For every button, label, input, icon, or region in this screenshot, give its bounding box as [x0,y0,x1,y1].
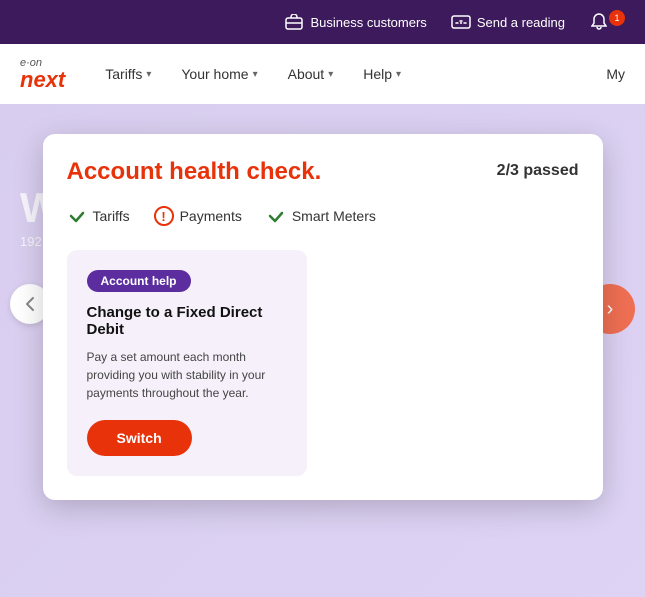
nav-bar: e·on next Tariffs ▾ Your home ▾ About ▾ … [0,44,645,104]
account-health-modal: Account health check. 2/3 passed Tariffs… [43,134,603,500]
send-reading-link[interactable]: Send a reading [451,12,565,32]
notifications-link[interactable]: 1 [589,12,625,32]
notification-count: 1 [609,10,625,26]
meter-icon [451,12,471,32]
nav-your-home-label: Your home [181,66,248,82]
account-help-card: Account help Change to a Fixed Direct De… [67,250,307,476]
card-title: Change to a Fixed Direct Debit [87,304,287,338]
background-content: We 192 G › Ac Account health check. 2/3 … [0,104,645,597]
switch-button[interactable]: Switch [87,420,192,456]
modal-header: Account health check. 2/3 passed [67,158,579,186]
check-payments: ! Payments [154,206,242,226]
logo: e·on next [20,58,65,91]
nav-help-label: Help [363,66,392,82]
modal-overlay: Account health check. 2/3 passed Tariffs… [0,104,645,597]
card-description: Pay a set amount each month providing yo… [87,348,287,402]
briefcase-icon [284,12,304,32]
modal-title: Account health check. [67,158,322,186]
check-warn-icon: ! [154,206,174,226]
nav-help[interactable]: Help ▾ [363,66,401,82]
chevron-down-icon: ▾ [253,69,258,80]
business-customers-label: Business customers [310,15,426,30]
check-tariffs-label: Tariffs [93,208,130,224]
nav-about-label: About [288,66,325,82]
card-tag: Account help [87,270,191,292]
check-pass-icon [67,206,87,226]
nav-my-label: My [606,66,625,82]
modal-passed: 2/3 passed [497,162,579,180]
chevron-down-icon: ▾ [328,69,333,80]
check-tariffs: Tariffs [67,206,130,226]
nav-tariffs-label: Tariffs [105,66,142,82]
modal-checks: Tariffs ! Payments Smart Meters [67,206,579,226]
check-pass-icon [266,206,286,226]
top-bar: Business customers Send a reading 1 [0,0,645,44]
send-reading-label: Send a reading [477,15,565,30]
nav-your-home[interactable]: Your home ▾ [181,66,257,82]
check-smart-meters: Smart Meters [266,206,376,226]
bell-icon [589,12,609,32]
check-smart-meters-label: Smart Meters [292,208,376,224]
chevron-down-icon: ▾ [146,69,151,80]
nav-tariffs[interactable]: Tariffs ▾ [105,66,151,82]
logo-next: next [20,69,65,91]
check-payments-label: Payments [180,208,242,224]
nav-about[interactable]: About ▾ [288,66,334,82]
chevron-down-icon: ▾ [396,69,401,80]
business-customers-link[interactable]: Business customers [284,12,426,32]
nav-my[interactable]: My [606,66,625,82]
